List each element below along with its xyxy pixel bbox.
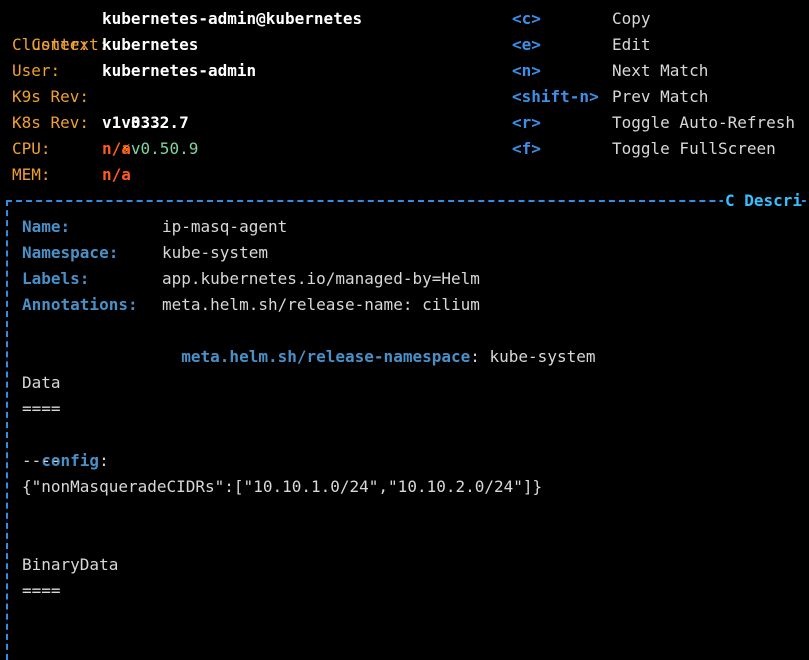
data-heading: Data (22, 373, 61, 392)
cpu-label: CPU: (12, 139, 51, 158)
shortcut-action-auto-refresh[interactable]: Toggle Auto-Refresh (612, 110, 795, 136)
context-row: Context: (12, 6, 108, 54)
labels-value: app.kubernetes.io/managed-by=Helm (162, 269, 480, 288)
config-value: {"nonMasqueradeCIDRs":["10.10.1.0/24","1… (22, 477, 543, 496)
config-row: config: (22, 422, 108, 470)
shortcut-key-prev-match[interactable]: <shift-n> (512, 84, 599, 110)
config-rule: ---- (22, 451, 61, 470)
panel-title: C Descri (723, 190, 803, 212)
binary-data-rule: ==== (22, 581, 61, 600)
user-label: User: (12, 61, 61, 80)
cluster-label: Cluster: (12, 35, 90, 54)
mem-label: MEM: (12, 165, 51, 184)
data-rule: ==== (22, 399, 61, 418)
binary-data-heading: BinaryData (22, 555, 119, 574)
annotation-value: : kube-system (470, 347, 596, 366)
namespace-value: kube-system (162, 243, 268, 262)
config-colon: : (99, 451, 109, 470)
cluster-value: kubernetes (102, 35, 199, 54)
annotation-release-name: meta.helm.sh/release-name: cilium (162, 295, 480, 314)
shortcut-key-edit[interactable]: <e> (512, 32, 541, 58)
annotation-release-namespace: meta.helm.sh/release-namespace: kube-sys… (162, 318, 595, 366)
cpu-value: n/a (102, 139, 131, 158)
annotation-key: meta.helm.sh/release-namespace (181, 347, 471, 366)
context-value: kubernetes-admin@kubernetes (102, 9, 363, 28)
shortcut-key-copy[interactable]: <c> (512, 6, 541, 32)
shortcut-action-fullscreen[interactable]: Toggle FullScreen (612, 136, 776, 162)
labels-label: Labels: (22, 269, 90, 288)
k8s-rev-value: v1.33.2 (102, 113, 170, 132)
mem-value: n/a (102, 165, 131, 184)
shortcut-key-next-match[interactable]: <n> (512, 58, 541, 84)
user-value: kubernetes-admin (102, 61, 257, 80)
shortcut-action-next-match[interactable]: Next Match (612, 58, 708, 84)
namespace-label: Namespace: (22, 243, 119, 262)
k9s-upgrade-version: v0.50.9 (130, 139, 199, 158)
shortcut-key-auto-refresh[interactable]: <r> (512, 110, 541, 136)
k9s-rev-label: K9s Rev: (12, 87, 90, 106)
annotations-label: Annotations: (22, 295, 138, 314)
shortcut-action-copy[interactable]: Copy (612, 6, 651, 32)
name-value: ip-masq-agent (162, 217, 288, 236)
shortcut-action-prev-match[interactable]: Prev Match (612, 84, 708, 110)
k9s-rev-row: v0.32.7 ⚡v0.50.9 (102, 84, 198, 158)
name-label: Name: (22, 217, 71, 236)
k8s-rev-label: K8s Rev: (12, 113, 90, 132)
shortcut-key-fullscreen[interactable]: <f> (512, 136, 541, 162)
shortcut-action-edit[interactable]: Edit (612, 32, 651, 58)
